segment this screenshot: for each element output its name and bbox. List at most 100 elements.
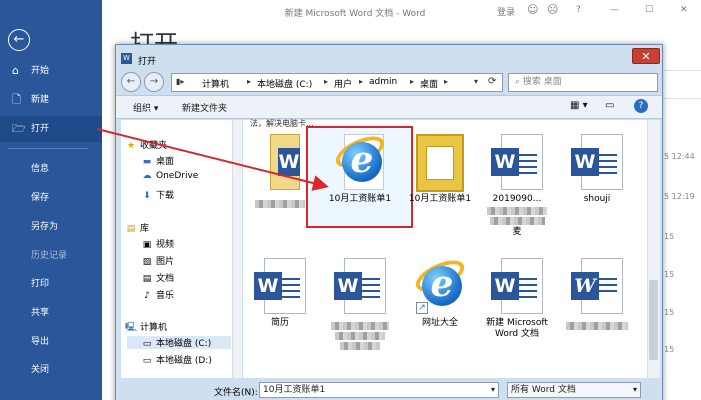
- filename-label: 文件名(N):: [214, 388, 258, 398]
- video-icon: ▣: [142, 240, 152, 250]
- file-item[interactable]: W: [323, 258, 397, 352]
- blurred-label: [331, 322, 389, 330]
- file-item[interactable]: W 简历: [243, 258, 317, 329]
- truncated-file-label: 法，解决电脑卡...: [250, 119, 314, 128]
- drive-icon: ▭: [142, 339, 152, 349]
- nav-share[interactable]: 共享: [0, 300, 102, 326]
- chevron-down-icon[interactable]: ▾: [633, 383, 637, 397]
- filename-input[interactable]: 10月工资账单1 ▾: [259, 382, 499, 398]
- breadcrumb-item[interactable]: 计算机: [202, 77, 229, 90]
- dropdown-arrow-icon[interactable]: ▾: [474, 77, 478, 86]
- file-item[interactable]: W 2019090... 麦: [480, 134, 554, 238]
- breadcrumb-item[interactable]: admin: [369, 77, 397, 87]
- blurred-label: [489, 217, 545, 225]
- chevron-right-icon[interactable]: ▸: [324, 77, 328, 86]
- scrollbar-thumb[interactable]: [649, 280, 658, 360]
- recent-time: 15: [664, 232, 675, 241]
- nav-save[interactable]: 保存: [0, 185, 102, 211]
- nav-label: 本地磁盘 (D:): [156, 356, 212, 366]
- chevron-right-icon[interactable]: ▸: [359, 77, 363, 86]
- refresh-icon[interactable]: ⟳: [488, 76, 496, 87]
- nav-videos[interactable]: ▣ 视频: [141, 237, 174, 250]
- nav-favorites[interactable]: ★ 收藏夹: [125, 138, 167, 151]
- blurred-label: [487, 207, 547, 215]
- word-document-icon: W: [334, 258, 386, 316]
- view-toggle-icon[interactable]: ▦ ▾: [570, 100, 588, 111]
- chevron-right-icon[interactable]: ▸: [444, 77, 448, 86]
- nav-music[interactable]: ♪ 音乐: [141, 288, 174, 301]
- chevron-down-icon[interactable]: ▾: [491, 383, 495, 397]
- nav-label: 导出: [31, 337, 50, 347]
- drive-icon: ▭: [142, 356, 152, 366]
- computer-icon: 🖳: [125, 323, 138, 333]
- recent-time: 5 12:44: [664, 152, 695, 161]
- preview-pane-icon[interactable]: ▭: [605, 100, 614, 111]
- forward-button[interactable]: →: [144, 72, 164, 92]
- file-label: 新建 Microsoft Word 文档: [486, 318, 548, 339]
- file-item[interactable]: W shouji: [560, 134, 634, 205]
- chevron-right-icon[interactable]: ▸: [410, 77, 414, 86]
- nav-computer[interactable]: 🖳 计算机: [125, 320, 167, 336]
- frown-icon[interactable]: ☹: [547, 3, 558, 16]
- smiley-icon[interactable]: ☺: [527, 3, 538, 16]
- file-label: 网址大全: [421, 318, 458, 328]
- breadcrumb-item[interactable]: 本地磁盘 (C:): [257, 77, 312, 90]
- nav-scrollbar[interactable]: [232, 120, 242, 378]
- minimize-button[interactable]: —: [610, 5, 619, 15]
- nav-desktop[interactable]: ▬ 桌面: [141, 154, 174, 167]
- nav-downloads[interactable]: ⬇ 下载: [141, 188, 174, 201]
- filetype-value: 所有 Word 文档: [511, 385, 576, 395]
- maximize-button[interactable]: ☐: [645, 5, 653, 15]
- nav-label: 新建: [31, 95, 50, 105]
- file-item[interactable]: 10月工资账单1: [403, 134, 477, 205]
- back-button[interactable]: ←: [121, 72, 141, 92]
- nav-export[interactable]: 导出: [0, 329, 102, 355]
- organize-button[interactable]: 组织 ▾: [133, 101, 158, 114]
- nav-label: 音乐: [156, 291, 175, 301]
- word-document-icon: W: [254, 258, 306, 316]
- recent-time: 15: [664, 270, 675, 279]
- star-icon: ★: [126, 141, 136, 151]
- help-button[interactable]: ?: [576, 5, 581, 15]
- nav-label: 收藏夹: [140, 141, 168, 151]
- new-folder-button[interactable]: 新建文件夹: [182, 101, 227, 114]
- nav-documents[interactable]: ▤ 文档: [141, 271, 174, 284]
- nav-save-as[interactable]: 另存为: [0, 214, 102, 240]
- blurred-label: [255, 200, 305, 208]
- close-window-button[interactable]: ✕: [680, 5, 688, 15]
- sign-in-link[interactable]: 登录: [497, 5, 515, 18]
- search-input[interactable]: ⌕ 搜索 桌面: [508, 73, 658, 92]
- nav-pictures[interactable]: ▨ 图片: [141, 254, 174, 267]
- divider: [660, 98, 701, 99]
- ie-icon: e: [330, 130, 390, 192]
- breadcrumb-item[interactable]: 用户: [334, 77, 352, 90]
- help-button[interactable]: ?: [634, 99, 648, 113]
- nav-new[interactable]: 🗋 新建: [0, 87, 102, 113]
- recent-time: 15: [664, 345, 675, 354]
- nav-home[interactable]: ⌂ 开始: [0, 58, 102, 84]
- backstage-sidebar: ← ⌂ 开始 🗋 新建 🗁 打开 信息 保存 另存为 历史记录 打印 共享 导出 关闭: [0, 0, 102, 400]
- file-item[interactable]: e ↗ 网址大全: [403, 254, 477, 329]
- nav-close[interactable]: 关闭: [0, 357, 102, 383]
- address-bar[interactable]: ▮▸ 计算机 ▸ 本地磁盘 (C:) ▸ 用户 ▸ admin ▸ 桌面 ▸ ▾…: [171, 73, 503, 92]
- filetype-select[interactable]: 所有 Word 文档 ▾: [507, 382, 641, 398]
- nav-onedrive[interactable]: ☁ OneDrive: [141, 171, 199, 181]
- nav-history[interactable]: 历史记录: [0, 243, 102, 269]
- divider: [8, 148, 88, 149]
- back-arrow-icon[interactable]: ←: [8, 29, 30, 51]
- nav-label: 共享: [31, 308, 50, 318]
- file-item[interactable]: W 新建 Microsoft Word 文档: [480, 258, 554, 340]
- library-icon: ▤: [126, 224, 136, 234]
- nav-info[interactable]: 信息: [0, 156, 102, 182]
- chevron-right-icon[interactable]: ▸: [247, 77, 251, 86]
- dialog-close-button[interactable]: ✕: [632, 48, 660, 64]
- breadcrumb-item[interactable]: 桌面: [420, 77, 438, 90]
- nav-label: 信息: [31, 164, 50, 174]
- nav-print[interactable]: 打印: [0, 271, 102, 297]
- nav-drive-c[interactable]: ▭ 本地磁盘 (C:): [127, 336, 231, 349]
- file-item-selected[interactable]: e 10月工资账单1: [323, 130, 397, 205]
- nav-library[interactable]: ▤ 库: [125, 221, 149, 234]
- nav-open[interactable]: 🗁 打开: [0, 116, 102, 142]
- nav-drive-d[interactable]: ▭ 本地磁盘 (D:): [141, 353, 212, 366]
- file-item[interactable]: W: [560, 258, 634, 332]
